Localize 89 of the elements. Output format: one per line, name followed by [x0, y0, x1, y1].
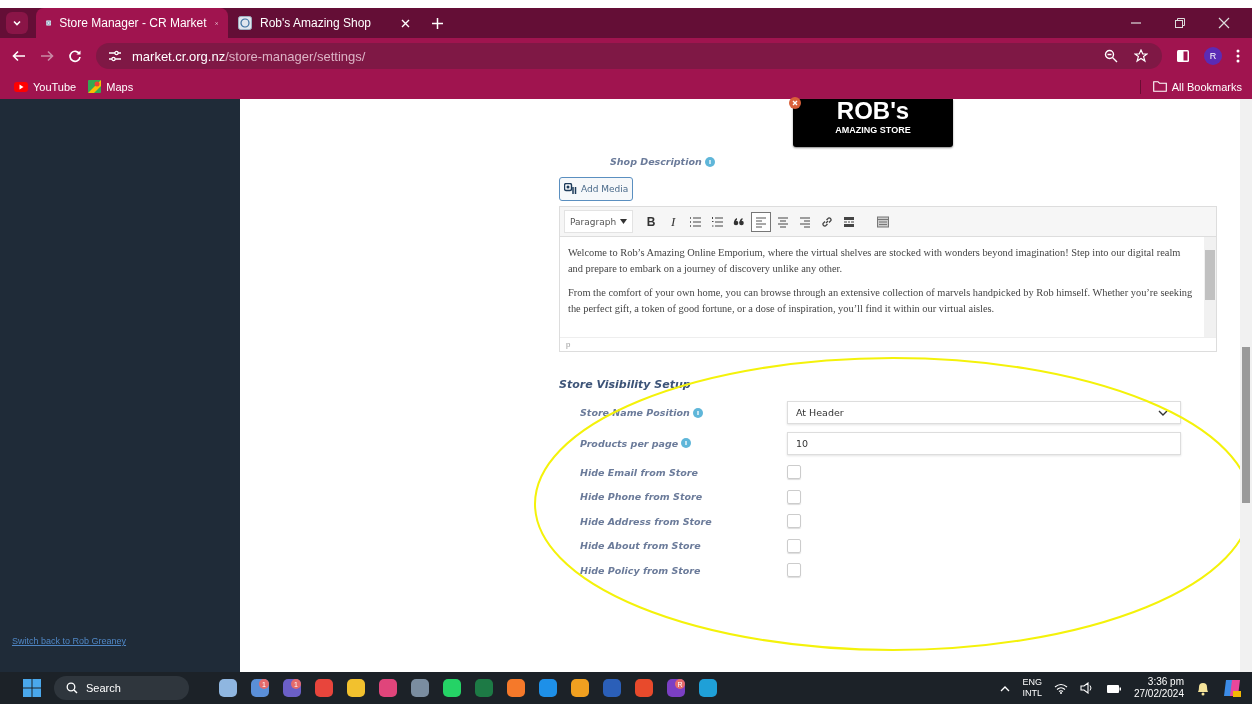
browser-tab[interactable]: Rob's Amazing Shop: [228, 8, 420, 38]
align-center-icon: [777, 215, 790, 228]
site-settings-icon[interactable]: [108, 50, 122, 62]
add-media-button[interactable]: Add Media: [559, 177, 634, 201]
bookmark-link[interactable]: Maps: [88, 80, 134, 93]
switch-user-link[interactable]: Switch back to Rob Greaney: [12, 636, 240, 646]
app-icon[interactable]: [219, 679, 237, 697]
checkbox[interactable]: [787, 563, 801, 578]
forward-arrow-icon[interactable]: [40, 49, 54, 63]
tab-title: Rob's Amazing Shop: [260, 16, 373, 30]
scrollbar[interactable]: [1240, 99, 1252, 672]
app-icon[interactable]: [315, 679, 333, 697]
close-icon[interactable]: [1218, 17, 1230, 29]
more-icon: [843, 215, 856, 228]
field-label: Hide Address from Store: [580, 515, 712, 527]
field-label: Hide Phone from Store: [580, 491, 703, 503]
app-icon[interactable]: [571, 679, 589, 697]
bold-button[interactable]: B: [641, 211, 662, 232]
app-icon[interactable]: [411, 679, 429, 697]
field-label: Hide Policy from Store: [580, 564, 701, 576]
back-arrow-icon[interactable]: [12, 49, 26, 63]
field-label: Shop Description: [610, 156, 702, 167]
language-indicator[interactable]: ENG INTL: [1022, 677, 1042, 699]
description-paragraph: From the comfort of your own home, you can browse through an extensive collection of marvels handpicked by Rob himself. Whether you’re seeking the perfect gift, a token of good fortune, or a dose of inspiration, you’ll find it within our virtual aisles.: [568, 286, 1194, 316]
tab-search-button[interactable]: [6, 12, 28, 34]
all-bookmarks-button[interactable]: All Bookmarks: [1152, 80, 1242, 93]
tab-title: Store Manager - CR Market: [59, 16, 207, 30]
checkbox[interactable]: [787, 514, 801, 529]
caret-icon: [620, 219, 628, 224]
site-icon: [238, 16, 252, 30]
app-icon[interactable]: [347, 679, 365, 697]
profile-avatar[interactable]: R: [1204, 47, 1222, 65]
link-icon: [821, 215, 834, 228]
field-label: Hide About from Store: [580, 540, 701, 552]
checkbox[interactable]: [787, 489, 801, 504]
folder-icon: [1152, 81, 1167, 92]
side-panel-icon[interactable]: [1176, 49, 1190, 63]
url-text: market.cr.org.nz/store-manager/settings/: [132, 48, 366, 64]
checkbox[interactable]: [787, 538, 801, 553]
restore-icon[interactable]: [1174, 17, 1186, 29]
address-bar[interactable]: market.cr.org.nz/store-manager/settings/: [96, 43, 1162, 69]
align-left-button[interactable]: [751, 211, 772, 232]
position-dropdown[interactable]: At Header: [787, 401, 1181, 424]
app-icon[interactable]: [699, 679, 717, 697]
speaker-icon[interactable]: [1079, 682, 1094, 694]
numbers-icon: [711, 215, 724, 228]
reload-icon[interactable]: [68, 49, 82, 63]
align-right-icon: [799, 215, 812, 228]
play-icon: [14, 81, 28, 92]
search-icon: [66, 682, 78, 694]
bell-icon[interactable]: [1196, 680, 1210, 696]
app-icon[interactable]: [443, 679, 461, 697]
toggle-icon: [877, 215, 890, 228]
field-label: Products per page: [580, 437, 679, 449]
taskbar-search[interactable]: Search: [54, 676, 189, 700]
app-icon[interactable]: [379, 679, 397, 697]
clock[interactable]: 3:36 pm 27/02/2024: [1133, 676, 1184, 700]
align-left-icon: [755, 215, 768, 228]
logo-title: ROB's: [836, 99, 910, 123]
new-tab-icon[interactable]: [432, 17, 443, 29]
star-icon[interactable]: [1134, 49, 1148, 63]
checkbox[interactable]: [787, 465, 801, 480]
remove-icon[interactable]: [789, 97, 801, 109]
chevron-down-icon: [1158, 409, 1168, 416]
map-icon: [88, 80, 102, 93]
copilot-icon[interactable]: [1222, 678, 1242, 698]
media-icon: [564, 183, 577, 195]
app-icon[interactable]: [635, 679, 653, 697]
logo-subtitle: AMAZING STORE: [835, 125, 911, 135]
battery-icon[interactable]: [1105, 682, 1122, 694]
start-icon[interactable]: [22, 678, 42, 698]
browser-tab[interactable]: Store Manager - CR Market: [36, 8, 228, 38]
app-icon[interactable]: [507, 679, 525, 697]
field-label: Hide Email from Store: [580, 466, 698, 478]
description-paragraph: Welcome to Rob’s Amazing Online Emporium, where the virtual shelves are stocked with wonders beyond imagination! Step into our digital realm and prepare to embark on a journey of discovery unlike any other.: [568, 246, 1182, 276]
chevron-up-icon[interactable]: [1000, 684, 1011, 692]
format-dropdown[interactable]: Paragraph: [564, 210, 634, 233]
bookmark-link[interactable]: YouTube: [14, 80, 77, 93]
scrollbar[interactable]: [1204, 237, 1216, 337]
app-icon[interactable]: [539, 679, 557, 697]
wifi-icon[interactable]: [1053, 682, 1068, 694]
menu-icon[interactable]: [1236, 49, 1240, 63]
bullets-icon: [689, 215, 702, 228]
zoom-out-icon[interactable]: [1104, 49, 1118, 63]
italic-button[interactable]: I: [663, 211, 684, 232]
chevron-down-icon: [12, 18, 22, 28]
input-field[interactable]: 10: [787, 431, 1181, 455]
element-path: p: [566, 340, 571, 349]
quote-icon: [733, 215, 746, 228]
